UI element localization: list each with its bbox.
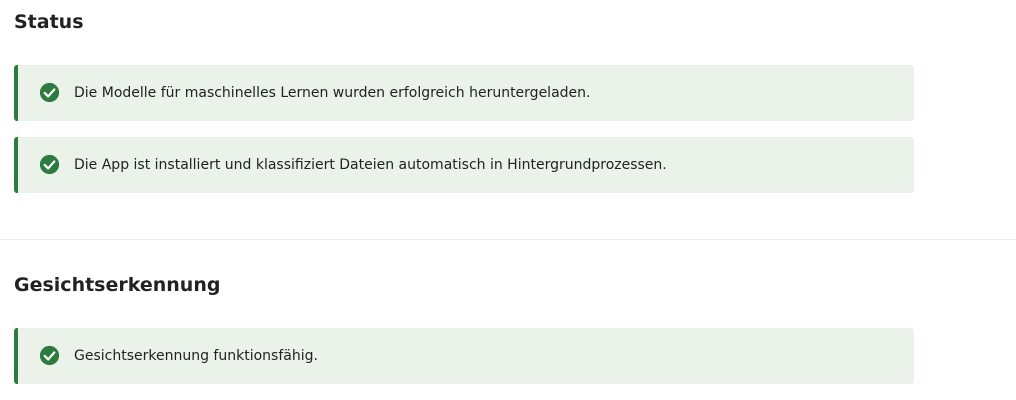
face-recognition-section: Gesichtserkennung Gesichtserkennung funk… (0, 240, 1016, 400)
check-circle-icon (39, 154, 60, 175)
status-section: Status Die Modelle für maschinelles Lern… (0, 0, 1016, 239)
status-message-app-installed: Die App ist installiert und klassifizier… (14, 137, 914, 193)
check-circle-icon (39, 82, 60, 103)
face-recognition-message-text: Gesichtserkennung funktionsfähig. (74, 348, 318, 364)
status-heading: Status (14, 11, 84, 33)
status-message-text: Die App ist installiert und klassifizier… (74, 157, 667, 173)
status-message-models-downloaded: Die Modelle für maschinelles Lernen wurd… (14, 65, 914, 121)
status-message-text: Die Modelle für maschinelles Lernen wurd… (74, 85, 591, 101)
check-circle-icon (39, 345, 60, 366)
face-recognition-message-functional: Gesichtserkennung funktionsfähig. (14, 328, 914, 384)
face-recognition-heading: Gesichtserkennung (14, 274, 221, 296)
